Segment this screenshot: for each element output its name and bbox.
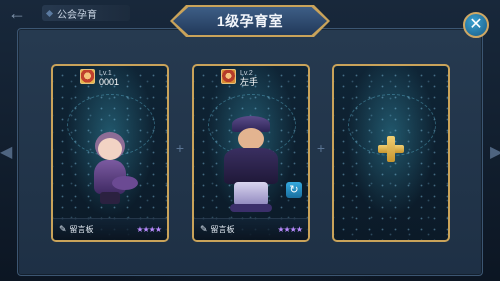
character-portrait — [80, 69, 95, 84]
dialog-title: 1级孕育室 — [216, 13, 284, 29]
message-board-label: 留言板 — [210, 225, 235, 234]
breadcrumb: 公会孕育 — [42, 5, 130, 21]
character-sprite — [218, 116, 284, 214]
character-header: Lv.2 左手 — [221, 69, 258, 87]
character-name: 左手 — [240, 77, 259, 87]
pencil-icon: ✎ — [59, 224, 67, 234]
title-plate: 1级孕育室 — [173, 7, 327, 35]
incubation-slot-1[interactable]: Lv.1 0001 ✎ 留言板 ★★★★ — [51, 64, 169, 242]
message-board-bar[interactable]: ✎ 留言板 ★★★★ — [194, 218, 308, 240]
right-page-arrow-icon[interactable]: ▶ — [490, 142, 500, 162]
connector-plus-icon: + — [316, 140, 326, 156]
back-arrow-icon[interactable]: ← — [6, 4, 28, 22]
message-board-label: 留言板 — [69, 225, 94, 234]
character-name: 0001 — [99, 77, 120, 87]
pencil-icon: ✎ — [200, 224, 208, 234]
incubation-slot-empty[interactable] — [332, 64, 450, 242]
incubation-slot-2[interactable]: Lv.2 左手 ↻ ✎ 留言板 ★★★★ — [192, 64, 310, 242]
breadcrumb-label: 公会孕育 — [57, 9, 97, 21]
connector-plus-icon: + — [175, 140, 185, 156]
message-board-bar[interactable]: ✎ 留言板 ★★★★ — [53, 218, 167, 240]
swap-icon[interactable]: ↻ — [286, 182, 302, 198]
rank-stars: ★★★★ — [277, 225, 303, 234]
add-character-plus-icon[interactable] — [378, 136, 404, 162]
rank-stars: ★★★★ — [136, 225, 162, 234]
character-portrait — [221, 69, 236, 84]
breadcrumb-diamond-icon — [45, 9, 54, 17]
close-button[interactable]: ✕ — [463, 12, 489, 38]
character-sprite — [82, 138, 138, 206]
left-page-arrow-icon[interactable]: ◀ — [0, 142, 12, 162]
character-header: Lv.1 0001 — [80, 69, 119, 87]
